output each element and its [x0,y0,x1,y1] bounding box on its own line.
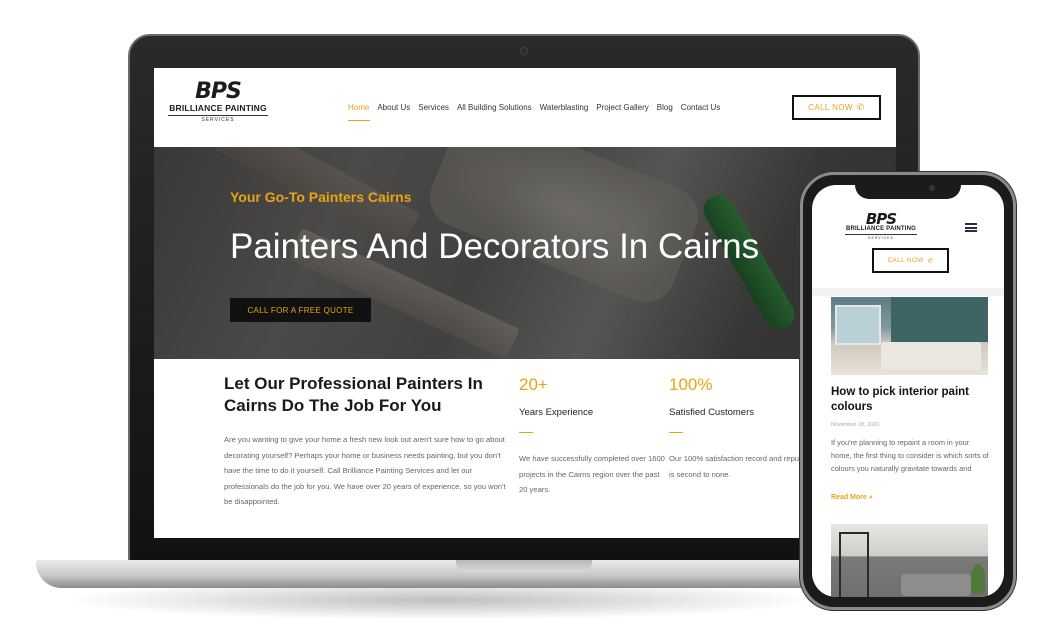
post-date: November 18, 2020 [831,422,880,428]
nav-item-home[interactable]: Home [348,103,369,112]
stat-rule [519,432,533,433]
post-title[interactable]: How to pick interior paint colours [831,385,996,415]
logo-sub: SERVICES [845,234,917,240]
logo-name: BRILLIANCE PAINTING [845,226,917,232]
nav-active-underline [348,120,370,121]
device-mockup: BPS BRILLIANCE PAINTING SERVICES Home Ab… [0,0,1048,641]
phone-icon: ✆ [927,257,934,265]
call-now-button[interactable]: CALL NOW ✆ [792,95,881,120]
laptop-camera [520,47,528,55]
nav-item-services[interactable]: Services [418,103,449,112]
hero-title: Painters And Decorators In Cairns [230,227,760,266]
main-nav: Home About Us Services All Building Solu… [348,103,728,112]
stat-label: Years Experience [519,407,594,418]
hero-section: Your Go-To Painters Cairns Painters And … [154,147,896,359]
post-thumbnail-bedroom[interactable] [831,297,988,375]
nav-item-contact-us[interactable]: Contact Us [681,103,721,112]
mobile-logo[interactable]: BPS BRILLIANCE PAINTING SERVICES [845,210,917,240]
phone-icon: ✆ [856,102,865,112]
phone-screen: BPS BRILLIANCE PAINTING SERVICES CALL NO… [812,185,1004,597]
laptop-screen: BPS BRILLIANCE PAINTING SERVICES Home Ab… [154,68,896,538]
free-quote-button[interactable]: CALL FOR A FREE QUOTE [230,298,371,322]
stat-number: 20+ [519,375,548,394]
logo-mark: BPS [195,79,242,104]
phone-camera [929,185,935,191]
nav-item-project-gallery[interactable]: Project Gallery [596,103,648,112]
stat-label: Satisfied Customers [669,407,755,418]
nav-item-all-building-solutions[interactable]: All Building Solutions [457,103,532,112]
mobile-divider [812,288,1004,296]
nav-item-blog[interactable]: Blog [657,103,673,112]
stat-text: We have successfully completed over 1600… [519,454,665,494]
logo-sub: SERVICES [168,115,268,123]
call-now-label: CALL NOW [887,257,924,264]
stat-rule [669,432,683,433]
logo-mark: BPS [865,210,897,228]
post-excerpt: If you're planning to repaint a room in … [831,438,989,473]
hero-tagline: Your Go-To Painters Cairns [230,189,412,205]
site-header: BPS BRILLIANCE PAINTING SERVICES Home Ab… [154,68,896,147]
phone-notch [855,180,961,199]
laptop-notch [456,560,592,572]
hamburger-menu-icon[interactable] [965,223,977,232]
stat-years: 20+ Years Experience We have successfull… [519,375,665,498]
stat-text: Our 100% satisfaction record and reputat… [669,454,818,479]
mobile-call-now-button[interactable]: CALL NOW ✆ [872,248,949,273]
post-thumbnail-living-room[interactable] [831,524,988,597]
site-logo[interactable]: BPS BRILLIANCE PAINTING SERVICES [168,79,268,123]
stat-number: 100% [669,375,713,394]
call-now-label: CALL NOW [808,103,853,112]
read-more-link[interactable]: Read More » [831,494,873,501]
nav-item-waterblasting[interactable]: Waterblasting [540,103,589,112]
nav-item-about-us[interactable]: About Us [377,103,410,112]
logo-name: BRILLIANCE PAINTING [169,103,267,113]
intro-heading: Let Our Professional Painters In Cairns … [224,374,483,415]
intro-text: Are you wanting to give your home a fres… [224,435,506,506]
stat-customers: 100% Satisfied Customers Our 100% satisf… [669,375,818,482]
